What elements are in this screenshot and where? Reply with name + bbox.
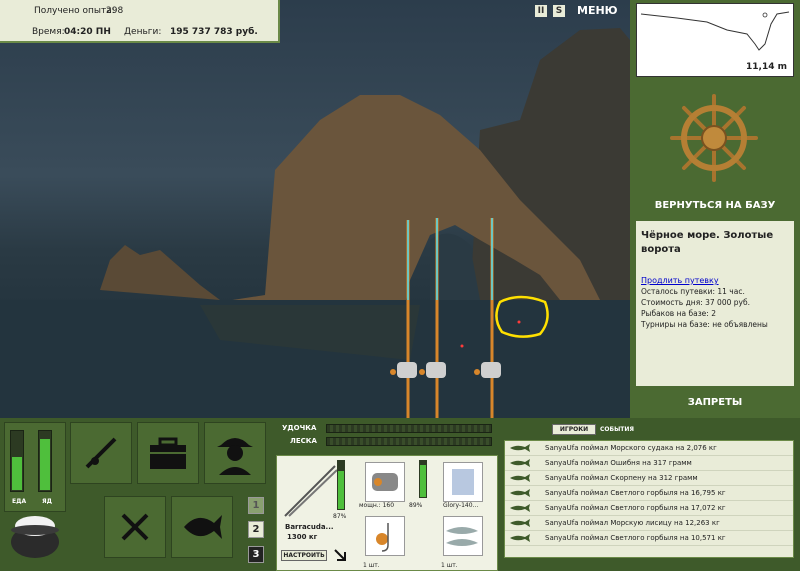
ship-wheel-icon[interactable]	[668, 92, 760, 184]
list-item: SanyaUfa поймал Ошибня на 317 грамм	[505, 456, 793, 471]
depth-map[interactable]: 11,14 m	[636, 3, 794, 77]
reel-wear: 89%	[409, 502, 423, 509]
extend-trip-link[interactable]: Продлить путевку	[641, 276, 719, 285]
tournaments-status: Турниры на базе: не объявлены	[641, 320, 768, 329]
sound-button[interactable]: S	[553, 4, 565, 17]
arrow-down-right-icon	[334, 549, 346, 561]
reel-power: мощн.: 160	[359, 502, 395, 509]
exp-label: Получено опыта:	[34, 6, 115, 16]
tackle-box-button[interactable]	[137, 422, 199, 484]
fish-icon	[510, 459, 530, 467]
list-item: SanyaUfa поймал Светлого горбыля на 10,5…	[505, 531, 793, 546]
catch-message: SanyaUfa поймал Морского судака на 2,076…	[545, 444, 717, 452]
bait-slot[interactable]	[443, 516, 483, 556]
catch-message: SanyaUfa поймал Светлого горбыля на 17,0…	[545, 504, 726, 512]
fish-icon	[510, 489, 530, 497]
depth-value: 11,14 m	[746, 62, 787, 72]
food-pot-icon[interactable]	[8, 512, 62, 562]
hook-icon	[376, 523, 389, 552]
food-button[interactable]	[104, 496, 166, 558]
scene-art	[0, 28, 630, 418]
pause-button[interactable]: II	[535, 4, 547, 17]
hook-slot[interactable]	[365, 516, 405, 556]
line-name: Glory-140...	[443, 502, 479, 509]
trip-left: Осталось путевки: 11 час.	[641, 287, 745, 296]
tackle-box-icon	[150, 437, 186, 469]
rod-name: Barracuda...	[285, 523, 334, 531]
location-info: Чёрное море. Золотые ворота Продлить пут…	[636, 221, 794, 386]
hud-panel: Получено опыта: 298 Время: 04:20 ПН День…	[0, 0, 280, 43]
catch-message: SanyaUfa поймал Морскую лисицу на 12,263…	[545, 519, 720, 527]
rod-load: 1300 кг	[287, 533, 318, 541]
line-tension-label: ЛЕСКА	[290, 437, 317, 445]
fishing-scene[interactable]	[0, 0, 630, 418]
line-slot[interactable]	[443, 462, 483, 502]
rod-wear-meter	[337, 460, 345, 510]
catch-button[interactable]	[171, 496, 233, 558]
location-title: Чёрное море. Золотые ворота	[641, 230, 774, 255]
list-item: SanyaUfa поймал Морскую лисицу на 12,263…	[505, 516, 793, 531]
money-value: 195 737 783 руб.	[170, 27, 258, 37]
food-meter	[10, 430, 24, 492]
list-item: SanyaUfa поймал Скорпену на 312 грамм	[505, 471, 793, 486]
list-item: SanyaUfa поймал Светлого горбыля на 17,0…	[505, 501, 793, 516]
bans-button[interactable]: ЗАПРЕТЫ	[630, 397, 800, 408]
setup-button[interactable]: НАСТРОИТЬ	[281, 550, 327, 561]
poison-meter	[38, 430, 52, 492]
rod-wear: 87%	[333, 513, 347, 520]
top-controls: II S МЕНЮ	[535, 4, 618, 17]
line-spool-icon	[452, 469, 474, 495]
day-cost: Стоимость дня: 37 000 руб.	[641, 298, 750, 307]
rods-tool-button[interactable]	[70, 422, 132, 484]
character-button[interactable]	[204, 422, 266, 484]
fish-icon	[510, 504, 530, 512]
right-panel: 11,14 m ВЕРНУТЬСЯ НА БАЗУ Чёрное море. З…	[630, 0, 800, 418]
catch-message: SanyaUfa поймал Скорпену на 312 грамм	[545, 474, 698, 482]
poison-label: ЯД	[42, 498, 52, 505]
catch-log: SanyaUfa поймал Морского судака на 2,076…	[504, 440, 794, 558]
fish-icon	[510, 444, 530, 452]
rod-image	[284, 465, 338, 517]
knife-fork-icon	[121, 513, 149, 541]
money-label: Деньги:	[124, 27, 162, 37]
slot-3-button[interactable]: 3	[248, 546, 264, 563]
reel-slot[interactable]	[365, 462, 405, 502]
bait-count: 1 шт.	[441, 562, 458, 569]
players-tab[interactable]: ИГРОКИ	[552, 424, 596, 435]
events-tab[interactable]: СОБЫТИЯ	[600, 426, 634, 433]
slot-1-button[interactable]: 1	[248, 497, 264, 514]
catch-message: SanyaUfa поймал Ошибня на 317 грамм	[545, 459, 692, 467]
catch-message: SanyaUfa поймал Светлого горбыля на 10,5…	[545, 534, 726, 542]
list-item: SanyaUfa поймал Светлого горбыля на 16,7…	[505, 486, 793, 501]
list-item: SanyaUfa поймал Морского судака на 2,076…	[505, 441, 793, 456]
anglers-count: Рыбаков на базе: 2	[641, 309, 716, 318]
line-tension-bar	[326, 437, 492, 446]
rod-tension-label: УДОЧКА	[282, 424, 317, 432]
exp-value: 298	[106, 6, 124, 16]
rod-icon	[85, 437, 117, 469]
return-to-base-button[interactable]: ВЕРНУТЬСЯ НА БАЗУ	[630, 200, 800, 211]
fish-icon	[510, 519, 530, 527]
time-value: 04:20 ПН	[64, 27, 111, 37]
bait-fish-icon	[446, 527, 478, 546]
reel-icon	[372, 473, 398, 491]
reel-wear-meter	[419, 460, 427, 498]
fisherman-icon	[217, 438, 253, 475]
fish-icon	[184, 515, 222, 539]
fish-icon	[510, 474, 530, 482]
food-label: ЕДА	[12, 498, 27, 505]
fish-icon	[510, 534, 530, 542]
rod-tension-bar	[326, 424, 492, 433]
tackle-panel: 87% Barracuda... 1300 кг НАСТРОИТЬ мощн.…	[276, 455, 498, 571]
slot-2-button[interactable]: 2	[248, 521, 264, 538]
time-label: Время:	[32, 27, 65, 37]
catch-message: SanyaUfa поймал Светлого горбыля на 16,7…	[545, 489, 726, 497]
hook-count: 1 шт.	[363, 562, 380, 569]
menu-button[interactable]: МЕНЮ	[577, 4, 618, 17]
